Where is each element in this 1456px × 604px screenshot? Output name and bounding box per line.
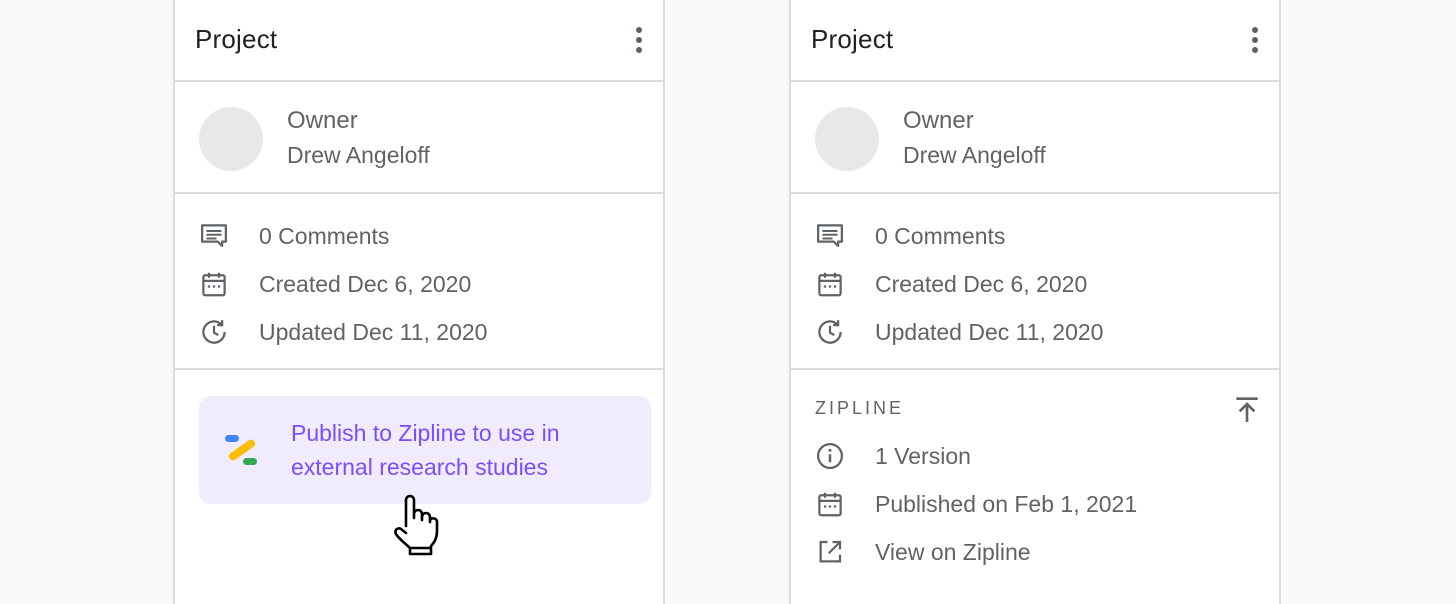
owner-label: Owner [903,107,974,134]
avatar [815,107,879,171]
meta-row-updated: Updated Dec 11, 2020 [815,312,1103,352]
project-meta: 0 Comments Created Dec 6, 2020 Updated D… [791,194,1279,370]
created-date: Created Dec 6, 2020 [259,270,472,297]
zipline-section: ZIPLINE 1 Version Published on Feb 1, 20… [791,372,1279,604]
publish-upload-icon[interactable] [1231,394,1263,426]
meta-row-updated: Updated Dec 11, 2020 [199,312,487,352]
meta-row-created: Created Dec 6, 2020 [815,264,1087,304]
panel-title: Project [195,24,278,54]
updated-date: Updated Dec 11, 2020 [875,318,1104,345]
created-date: Created Dec 6, 2020 [875,270,1088,297]
zipline-logo-icon [223,432,259,473]
panel-header: Project [791,0,1279,82]
owner-name: Drew Angeloff [903,142,1046,168]
owner-section: Owner Drew Angeloff [791,82,1279,194]
avatar [199,107,263,171]
history-icon [199,314,235,350]
calendar-icon [815,266,851,302]
view-on-zipline-link[interactable]: View on Zipline [815,532,1031,572]
open-in-new-icon [815,534,851,570]
panel-title: Project [811,24,894,54]
owner-name: Drew Angeloff [287,142,430,168]
zipline-row-published: Published on Feb 1, 2021 [815,484,1137,524]
history-icon [815,314,851,350]
meta-row-created: Created Dec 6, 2020 [199,264,471,304]
project-meta: 0 Comments Created Dec 6, 2020 Updated D… [175,194,663,370]
owner-label: Owner [287,107,358,134]
comment-icon [815,218,851,254]
info-icon [815,438,851,474]
version-count: 1 Version [875,442,971,469]
owner-section: Owner Drew Angeloff [175,82,663,194]
view-on-zipline-label: View on Zipline [875,538,1031,565]
project-panel-left: Project Owner Drew Angeloff 0 Comments C… [173,0,665,604]
updated-date: Updated Dec 11, 2020 [259,318,488,345]
published-date: Published on Feb 1, 2021 [875,490,1138,517]
calendar-icon [199,266,235,302]
meta-row-comments: 0 Comments [199,216,389,256]
comments-count: 0 Comments [259,222,390,249]
publish-to-zipline-button[interactable]: Publish to Zipline to use in external re… [199,396,651,504]
more-vert-icon[interactable] [627,24,651,56]
calendar-icon [815,486,851,522]
comment-icon [199,218,235,254]
panel-header: Project [175,0,663,82]
publish-promo-text: Publish to Zipline to use in external re… [291,420,560,480]
meta-row-comments: 0 Comments [815,216,1005,256]
zipline-row-version: 1 Version [815,436,971,476]
zipline-heading: ZIPLINE [815,398,905,418]
project-panel-right: Project Owner Drew Angeloff 0 Comments C… [789,0,1281,604]
comments-count: 0 Comments [875,222,1006,249]
hand-pointer-cursor-icon [390,490,440,565]
more-vert-icon[interactable] [1243,24,1267,56]
